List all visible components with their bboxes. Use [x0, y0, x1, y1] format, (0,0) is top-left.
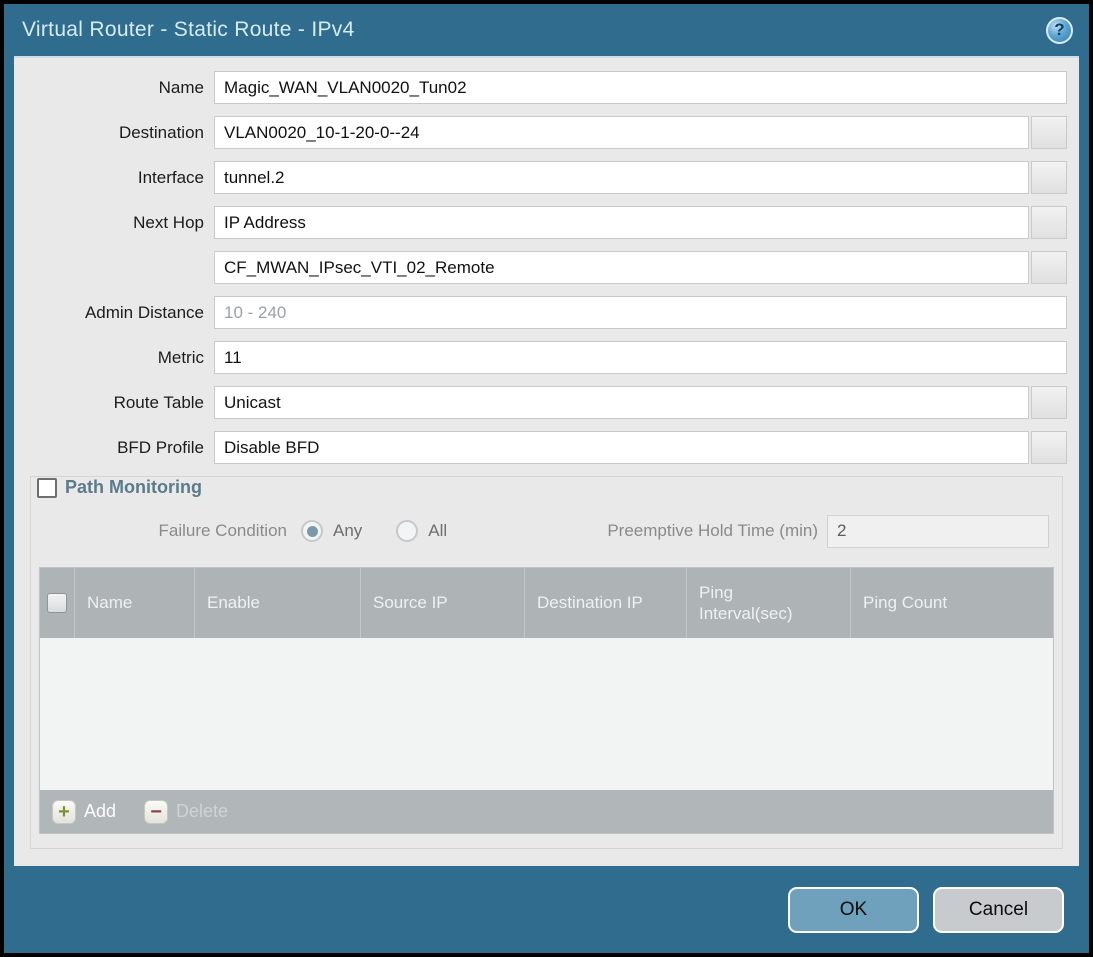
dialog-titlebar: Virtual Router - Static Route - IPv4 ?: [4, 4, 1089, 56]
failure-condition-row: Failure Condition Any All Preemptive Hol…: [39, 514, 1054, 548]
bfd-profile-dropdown-button[interactable]: [1031, 431, 1067, 464]
form-row-next-hop: Next Hop: [14, 206, 1067, 239]
table-header-enable: Enable: [194, 568, 360, 638]
admin-distance-label: Admin Distance: [14, 303, 214, 323]
route-table-dropdown-button[interactable]: [1031, 386, 1067, 419]
form-row-metric: Metric: [14, 341, 1067, 374]
table-body-empty: [40, 638, 1053, 790]
form-row-admin-distance: Admin Distance: [14, 296, 1067, 329]
name-input[interactable]: [214, 71, 1067, 104]
admin-distance-input[interactable]: [214, 296, 1067, 329]
path-monitoring-section: Path Monitoring Failure Condition Any Al…: [30, 476, 1063, 849]
interface-dropdown-button[interactable]: [1031, 161, 1067, 194]
destination-input[interactable]: [214, 116, 1029, 149]
path-monitoring-title: Path Monitoring: [65, 477, 202, 498]
table-header-ping-interval: Ping Interval(sec): [686, 568, 850, 638]
preemptive-hold-time-label: Preemptive Hold Time (min): [607, 521, 818, 541]
table-footer-bar: + Add − Delete: [40, 790, 1053, 833]
dialog-footer: OK Cancel: [4, 866, 1089, 953]
ok-button[interactable]: OK: [788, 887, 919, 933]
interface-label: Interface: [14, 168, 214, 188]
table-header-destination-ip: Destination IP: [524, 568, 686, 638]
table-header-row: Name Enable Source IP Destination IP Pin…: [40, 568, 1053, 638]
add-button-label: Add: [84, 801, 116, 822]
form-row-next-hop-address: [14, 251, 1067, 284]
bfd-profile-input[interactable]: [214, 431, 1029, 464]
failure-condition-all-label: All: [428, 521, 447, 541]
metric-input[interactable]: [214, 341, 1067, 374]
destination-label: Destination: [14, 123, 214, 143]
route-table-label: Route Table: [14, 393, 214, 413]
form-row-name: Name: [14, 71, 1067, 104]
form-row-route-table: Route Table: [14, 386, 1067, 419]
failure-condition-any-label: Any: [333, 521, 362, 541]
table-header-ping-count: Ping Count: [850, 568, 1053, 638]
route-table-input[interactable]: [214, 386, 1029, 419]
minus-icon: −: [144, 800, 168, 824]
preemptive-hold-time-input: [827, 515, 1049, 548]
destination-dropdown-button[interactable]: [1031, 116, 1067, 149]
path-monitoring-legend: Path Monitoring: [37, 477, 1054, 498]
metric-label: Metric: [14, 348, 214, 368]
table-header-source-ip: Source IP: [360, 568, 524, 638]
next-hop-type-input[interactable]: [214, 206, 1029, 239]
next-hop-dropdown-button[interactable]: [1031, 206, 1067, 239]
interface-input[interactable]: [214, 161, 1029, 194]
delete-button: − Delete: [144, 800, 228, 824]
next-hop-address-input[interactable]: [214, 251, 1029, 284]
table-header-select-all: [40, 568, 74, 638]
name-label: Name: [14, 78, 214, 98]
path-monitoring-checkbox[interactable]: [37, 478, 57, 498]
form-row-interface: Interface: [14, 161, 1067, 194]
next-hop-label: Next Hop: [14, 213, 214, 233]
form-row-destination: Destination: [14, 116, 1067, 149]
help-icon[interactable]: ?: [1046, 17, 1073, 44]
cancel-button[interactable]: Cancel: [933, 887, 1064, 933]
radio-selected-dot: [307, 526, 318, 537]
delete-button-label: Delete: [176, 801, 228, 822]
dialog-title: Virtual Router - Static Route - IPv4: [22, 18, 355, 42]
select-all-checkbox: [47, 593, 67, 613]
path-monitoring-table: Name Enable Source IP Destination IP Pin…: [39, 567, 1054, 834]
static-route-dialog: Virtual Router - Static Route - IPv4 ? N…: [4, 4, 1089, 953]
failure-condition-all-radio: [396, 520, 418, 542]
failure-condition-label: Failure Condition: [39, 521, 301, 541]
next-hop-address-dropdown-button[interactable]: [1031, 251, 1067, 284]
dialog-content: Name Destination Interface: [14, 56, 1079, 866]
table-header-name: Name: [74, 568, 194, 638]
failure-condition-any-radio: [301, 520, 323, 542]
add-button[interactable]: + Add: [52, 800, 116, 824]
help-glyph: ?: [1054, 20, 1064, 40]
form-row-bfd-profile: BFD Profile: [14, 431, 1067, 464]
bfd-profile-label: BFD Profile: [14, 438, 214, 458]
plus-icon: +: [52, 800, 76, 824]
